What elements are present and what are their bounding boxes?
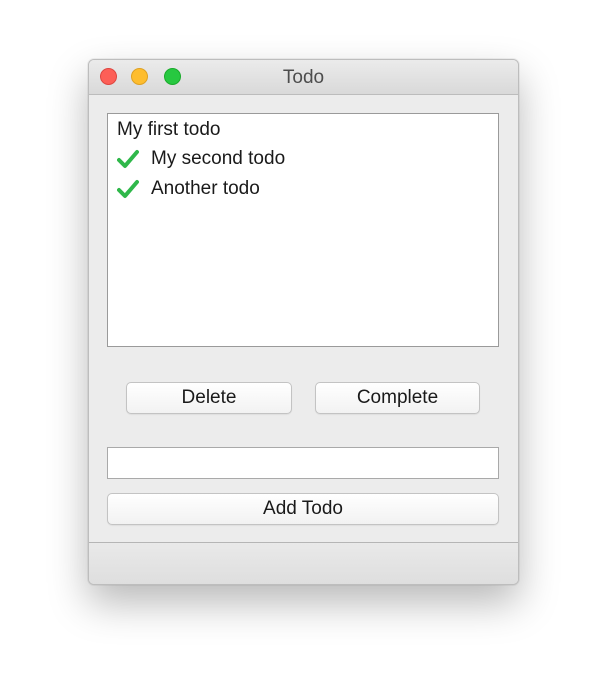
add-todo-button[interactable]: Add Todo: [107, 493, 499, 525]
todo-item-3[interactable]: Another todo: [108, 174, 498, 204]
todo-item-1[interactable]: My first todo: [108, 115, 498, 145]
todo-item-label: My first todo: [117, 119, 221, 140]
title-bar[interactable]: Todo: [89, 60, 518, 95]
checkmark-icon: [117, 149, 139, 169]
todo-item-label: Another todo: [151, 178, 260, 199]
todo-window: Todo My first todo My second todo Anothe…: [88, 59, 519, 585]
new-todo-input[interactable]: [107, 447, 499, 479]
todo-list[interactable]: My first todo My second todo Another tod…: [107, 113, 499, 347]
todo-item-label: My second todo: [151, 148, 286, 169]
todo-item-2[interactable]: My second todo: [108, 144, 498, 174]
delete-button[interactable]: Delete: [126, 382, 292, 414]
window-title: Todo: [282, 67, 325, 88]
status-bar: [89, 542, 518, 584]
complete-button[interactable]: Complete: [315, 382, 480, 414]
checkmark-icon: [117, 179, 139, 199]
